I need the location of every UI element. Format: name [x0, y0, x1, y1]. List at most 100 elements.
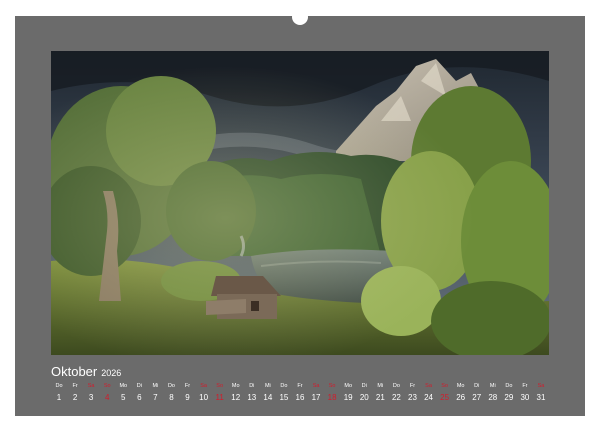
- weekday-label: Mi: [377, 383, 384, 389]
- day-cell: Sa 17: [308, 382, 324, 404]
- weekday-label: Sa: [425, 383, 432, 389]
- weekday-label: Do: [505, 383, 513, 389]
- weekday-label: Sa: [312, 383, 320, 389]
- weekday-label: Mi: [489, 383, 496, 389]
- weekday-label: Do: [392, 383, 400, 389]
- day-cell: Sa 3: [83, 382, 99, 404]
- weekday-label: Sa: [200, 383, 207, 389]
- day-number: 15: [279, 393, 289, 402]
- day-cell: Sa 31: [533, 382, 549, 404]
- day-cell: Mi 7: [147, 382, 163, 404]
- hanger-hole: [292, 9, 308, 25]
- weekday-label: So: [328, 383, 336, 389]
- day-number: 23: [408, 393, 417, 402]
- day-number: 6: [137, 393, 142, 402]
- day-number: 16: [295, 393, 305, 402]
- day-cell: Do 8: [163, 382, 179, 404]
- day-number: 13: [247, 393, 257, 402]
- landscape-image: [51, 51, 549, 355]
- day-cell: Fr 9: [180, 382, 196, 404]
- day-cell: Mo 26: [453, 382, 469, 404]
- day-number: 22: [391, 393, 401, 402]
- day-number: 4: [104, 393, 110, 402]
- weekday-label: Di: [136, 383, 142, 389]
- day-cell: Mo 19: [340, 382, 356, 404]
- weekday-label: Mo: [344, 383, 352, 389]
- day-cell: Sa 10: [196, 382, 212, 404]
- weekday-label: Mo: [119, 383, 128, 389]
- weekday-label: Fr: [522, 383, 528, 389]
- day-cell: So 25: [437, 382, 453, 404]
- day-cell: So 11: [212, 382, 228, 404]
- day-cell: So 18: [324, 382, 340, 404]
- weekday-label: Fr: [184, 383, 191, 389]
- day-cell: Di 6: [131, 382, 147, 404]
- weekday-label: Mo: [456, 383, 465, 389]
- day-cell: Mi 28: [485, 382, 501, 404]
- weekday-label: So: [103, 383, 111, 389]
- day-cell: Di 27: [469, 382, 485, 404]
- day-cell: Fr 23: [404, 382, 420, 404]
- day-number: 9: [185, 393, 190, 402]
- month-title: Oktober 2026: [51, 364, 121, 381]
- day-strip: Do 1 Fr 2 Sa 3 So 4 Mo 5 Di 6 Mi 7 Do 8 Fr 9 Sa 10 So 11 Mo 12 D…: [51, 382, 549, 404]
- day-cell: Do 22: [388, 382, 404, 404]
- day-number: 7: [153, 393, 158, 402]
- day-number: 24: [424, 393, 433, 402]
- weekday-label: Di: [249, 383, 255, 389]
- month-name: Oktober: [51, 364, 98, 379]
- day-number: 26: [456, 393, 466, 402]
- day-number: 29: [504, 393, 514, 402]
- day-cell: Fr 30: [517, 382, 533, 404]
- day-number: 11: [215, 393, 224, 402]
- day-number: 10: [199, 393, 209, 402]
- weekday-label: Sa: [537, 383, 545, 389]
- weekday-label: Do: [280, 383, 288, 389]
- day-number: 3: [88, 393, 94, 402]
- day-number: 19: [343, 393, 353, 402]
- weekday-label: So: [441, 383, 448, 389]
- day-number: 30: [520, 393, 530, 402]
- day-cell: Mi 14: [260, 382, 276, 404]
- weekday-label: Di: [474, 383, 480, 389]
- day-cell: Mo 12: [228, 382, 244, 404]
- day-number: 20: [359, 393, 369, 402]
- calendar-photo: [51, 51, 549, 355]
- day-number: 21: [375, 393, 385, 402]
- day-cell: Mi 21: [372, 382, 388, 404]
- day-number: 25: [440, 393, 450, 402]
- day-cell: Do 29: [501, 382, 517, 404]
- day-number: 27: [472, 393, 482, 402]
- day-cell: Sa 24: [421, 382, 437, 404]
- day-number: 12: [231, 393, 241, 402]
- weekday-label: Di: [361, 383, 367, 389]
- weekday-label: Fr: [72, 383, 78, 389]
- day-cell: Do 15: [276, 382, 292, 404]
- day-cell: So 4: [99, 382, 115, 404]
- day-cell: Do 1: [51, 382, 67, 404]
- day-number: 31: [536, 393, 546, 402]
- day-number: 28: [488, 393, 498, 402]
- weekday-label: Do: [55, 383, 63, 389]
- day-number: 14: [263, 393, 273, 402]
- weekday-label: Sa: [87, 383, 95, 389]
- month-year: 2026: [101, 368, 122, 378]
- weekday-label: Mi: [264, 383, 271, 389]
- day-number: 2: [72, 393, 78, 402]
- day-number: 18: [327, 393, 337, 402]
- calendar-footer: Oktober 2026 Do 1 Fr 2 Sa 3 So 4 Mo 5 Di 6 Mi 7 Do 8 Fr 9 S…: [51, 364, 549, 404]
- weekday-label: So: [216, 383, 224, 389]
- day-number: 1: [56, 393, 62, 402]
- day-cell: Mo 5: [115, 382, 131, 404]
- day-number: 8: [169, 393, 174, 402]
- weekday-label: Mo: [231, 383, 240, 389]
- day-cell: Fr 16: [292, 382, 308, 404]
- day-cell: Di 13: [244, 382, 260, 404]
- day-number: 5: [121, 393, 126, 402]
- day-cell: Fr 2: [67, 382, 83, 404]
- weekday-label: Fr: [297, 383, 303, 389]
- day-number: 17: [311, 393, 321, 402]
- weekday-label: Fr: [409, 383, 416, 389]
- day-cell: Di 20: [356, 382, 372, 404]
- weekday-label: Do: [167, 383, 175, 389]
